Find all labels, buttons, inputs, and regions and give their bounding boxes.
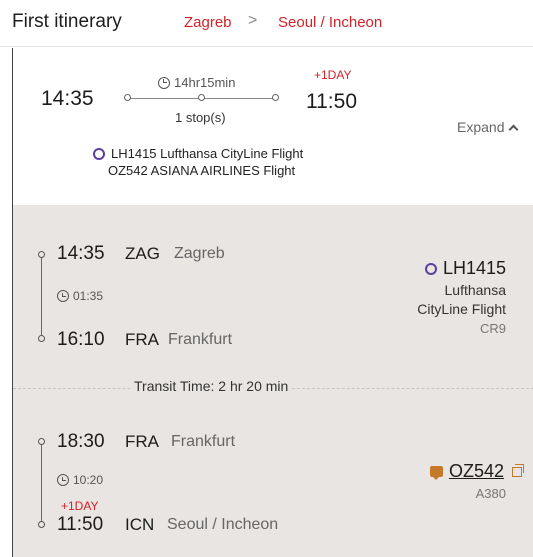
route-origin: Zagreb — [184, 14, 232, 31]
segment-1-flight-number: LH1415 — [424, 258, 506, 279]
copy-icon[interactable] — [512, 463, 524, 477]
route-destination: Seoul / Incheon — [278, 14, 383, 31]
itinerary-panel: 14:35 14hr15min 1 stop(s) +1DAY 11:50 Ex… — [12, 48, 533, 557]
segment-2-aircraft: A380 — [475, 486, 506, 501]
segment-1-duration-text: 01:35 — [73, 289, 104, 303]
segment-1-departure-city: Zagreb — [174, 245, 225, 262]
route-arrow-icon: > — [248, 12, 258, 29]
segment-2-departure-city: Frankfurt — [171, 433, 236, 450]
segment-1-departure-time: 14:35 — [57, 243, 105, 264]
segment-1-departure-code: ZAG — [125, 244, 160, 263]
page-title: First itinerary — [12, 11, 122, 32]
segment-1-aircraft: CR9 — [479, 321, 506, 336]
expand-button[interactable]: Expand — [457, 119, 519, 135]
summary-flight-2: OZ542 ASIANA AIRLINES Flight — [108, 163, 296, 178]
segment-2-flight-number: OZ542 — [429, 461, 524, 482]
itinerary-detail: 14:35 ZAG Zagreb 01:35 16:10 FRA Frankfu… — [13, 205, 533, 557]
segment-2-dep-node — [38, 438, 45, 445]
clock-icon — [57, 474, 69, 486]
clock-icon — [158, 76, 170, 89]
segment-2-plus-day-badge: +1DAY — [61, 499, 99, 513]
segment-2-arr-node — [38, 521, 45, 528]
itinerary-summary: 14:35 14hr15min 1 stop(s) +1DAY 11:50 Ex… — [13, 48, 533, 205]
summary-flight-1: LH1415 Lufthansa CityLine Flight — [111, 146, 304, 161]
segment-1-operator: Lufthansa CityLine Flight — [417, 281, 506, 319]
segment-2-duration-text: 10:20 — [73, 473, 104, 487]
summary-stops: 1 stop(s) — [175, 110, 226, 125]
segment-1-operator-line1: Lufthansa — [444, 282, 507, 298]
segment-1-arrival-code: FRA — [125, 330, 159, 349]
clock-icon — [57, 290, 69, 302]
segment-2-departure-time: 18:30 — [57, 431, 105, 452]
itinerary-header: First itinerary Zagreb > Seoul / Incheon — [0, 0, 533, 47]
segment-1-line — [41, 256, 42, 338]
timeline-end-node — [272, 94, 279, 101]
segment-2-arrival-time: 11:50 — [57, 514, 104, 535]
segment-2-flight-link[interactable]: OZ542 — [449, 461, 504, 482]
segment-2-duration: 10:20 — [57, 473, 103, 487]
summary-arrival-time: 11:50 — [306, 90, 357, 113]
segment-1-dep-node — [38, 251, 45, 258]
transit-time: Transit Time: 2 hr 20 min — [130, 378, 293, 394]
segment-1-flight-number-text: LH1415 — [442, 258, 506, 278]
summary-duration-text: 14hr15min — [174, 75, 236, 90]
segment-1-arrival-city: Frankfurt — [168, 331, 233, 348]
segment-2-arrival-city: Seoul / Incheon — [167, 516, 279, 533]
timeline-start-node — [124, 94, 131, 101]
summary-plus-day-badge: +1DAY — [314, 68, 352, 82]
segment-1-arrival-time: 16:10 — [57, 329, 105, 350]
segment-2-arrival-code: ICN — [125, 515, 155, 534]
chevron-up-icon — [509, 124, 519, 134]
asiana-chat-icon — [429, 466, 443, 480]
summary-flight-list: LH1415 Lufthansa CityLine Flight OZ542 A… — [93, 145, 303, 179]
segment-1-duration: 01:35 — [57, 289, 103, 303]
summary-duration: 14hr15min — [158, 75, 235, 90]
expand-label: Expand — [457, 119, 505, 135]
segment-2-departure-code: FRA — [125, 432, 159, 451]
segment-2-line — [41, 443, 42, 524]
timeline-stop-node — [198, 94, 205, 101]
lufthansa-ring-icon — [93, 147, 105, 160]
lufthansa-ring-icon — [424, 262, 437, 275]
summary-departure-time: 14:35 — [41, 87, 94, 110]
segment-1-arr-node — [38, 335, 45, 342]
segment-1-operator-line2: CityLine Flight — [417, 301, 506, 317]
